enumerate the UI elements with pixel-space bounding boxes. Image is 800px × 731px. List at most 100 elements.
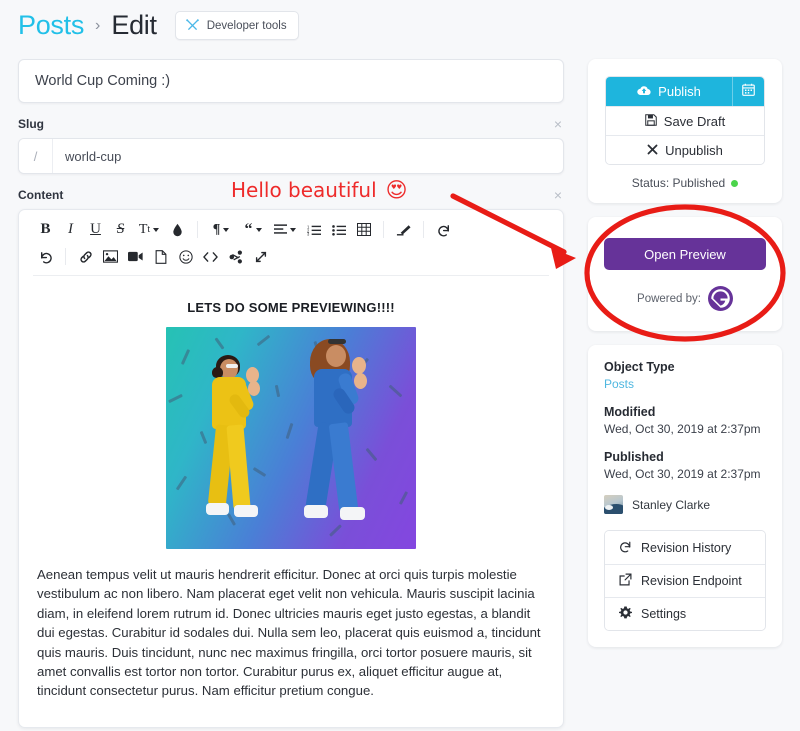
preview-panel: Open Preview Powered by:	[588, 217, 782, 331]
bold-button[interactable]: B	[33, 218, 58, 242]
settings-label: Settings	[641, 607, 687, 621]
floppy-disk-icon	[645, 113, 657, 129]
blockquote-button[interactable]: “	[237, 218, 269, 242]
developer-tools-label: Developer tools	[206, 19, 287, 32]
toolbar-bottom-rule	[33, 275, 549, 276]
document-heading: LETS DO SOME PREVIEWING!!!!	[187, 300, 395, 315]
video-button[interactable]	[123, 245, 148, 269]
status-label: Status: Published	[631, 176, 726, 190]
publish-button[interactable]: Publish	[606, 77, 732, 106]
toolbar-row-2	[33, 243, 549, 270]
settings-button[interactable]: Settings	[605, 597, 765, 630]
image-button[interactable]	[98, 245, 123, 269]
sidebar: Publish Save Draft Unpublish Status: Pub…	[588, 59, 782, 661]
tools-icon	[185, 18, 200, 33]
save-draft-label: Save Draft	[663, 113, 726, 129]
cloud-upload-icon	[637, 84, 651, 99]
slug-prefix: /	[19, 139, 53, 173]
fullscreen-button[interactable]	[248, 245, 273, 269]
editor-column: World Cup Coming :) Slug × / world-cup C…	[18, 59, 564, 728]
published-label: Published	[604, 450, 664, 464]
breadcrumb-posts-link[interactable]: Posts	[18, 10, 84, 41]
emoji-button[interactable]	[173, 245, 198, 269]
text-size-button[interactable]: Tt	[133, 218, 165, 242]
document-image[interactable]	[166, 327, 416, 549]
document-paragraph: Aenean tempus velit ut mauris hendrerit …	[37, 567, 541, 699]
svg-text:3: 3	[307, 231, 310, 235]
modified-label: Modified	[604, 405, 656, 419]
powered-by-row: Powered by:	[604, 286, 766, 311]
rich-text-editor: B I U S Tt ¶ “ 123 LETS DO SOME PREVIEWI…	[18, 209, 564, 728]
slug-input[interactable]: / world-cup	[18, 138, 564, 174]
slug-value: world-cup	[65, 148, 122, 164]
dancer-yellow	[200, 345, 276, 541]
dancer-blue	[296, 335, 382, 541]
italic-button[interactable]: I	[58, 218, 83, 242]
publish-label: Publish	[658, 84, 701, 99]
undo-button[interactable]	[431, 218, 456, 242]
post-title-value: World Cup Coming :)	[35, 73, 171, 89]
object-type-value[interactable]: Posts	[604, 377, 766, 391]
content-label: Content	[18, 188, 64, 202]
gear-icon	[619, 606, 632, 622]
published-value: Wed, Oct 30, 2019 at 2:37pm	[604, 467, 761, 481]
gatsby-logo-icon	[707, 286, 733, 311]
publish-button-group: Publish Save Draft Unpublish	[605, 76, 765, 165]
publish-panel: Publish Save Draft Unpublish Status: Pub…	[588, 59, 782, 203]
breadcrumb: Posts › Edit Developer tools	[18, 10, 299, 41]
external-link-icon	[619, 573, 632, 589]
breadcrumb-current: Edit	[111, 10, 157, 40]
slug-remove-icon[interactable]: ×	[552, 117, 564, 131]
unordered-list-button[interactable]	[326, 218, 351, 242]
share-button[interactable]	[223, 245, 248, 269]
revision-endpoint-button[interactable]: Revision Endpoint	[605, 564, 765, 597]
author-name: Stanley Clarke	[632, 497, 711, 512]
revision-endpoint-label: Revision Endpoint	[641, 574, 742, 588]
underline-button[interactable]: U	[83, 218, 108, 242]
file-button[interactable]	[148, 245, 173, 269]
status-badge: Status: Published	[605, 176, 765, 190]
author-row: Stanley Clarke	[604, 495, 766, 514]
unpublish-button[interactable]: Unpublish	[606, 135, 764, 164]
ordered-list-button[interactable]: 123	[301, 218, 326, 242]
document-image-wrapper	[35, 327, 547, 549]
powered-by-label: Powered by:	[637, 292, 701, 305]
object-type-label: Object Type	[604, 360, 675, 374]
strikethrough-button[interactable]: S	[108, 218, 133, 242]
calendar-icon	[742, 83, 755, 101]
avatar	[604, 495, 623, 514]
save-draft-button[interactable]: Save Draft	[606, 106, 764, 135]
content-label-row: Content ×	[18, 187, 564, 203]
clear-format-button[interactable]	[391, 218, 416, 242]
developer-tools-button[interactable]: Developer tools	[174, 11, 299, 40]
revision-history-label: Revision History	[641, 540, 732, 555]
schedule-publish-button[interactable]	[732, 77, 764, 106]
table-button[interactable]	[351, 218, 376, 242]
slug-label: Slug	[18, 117, 44, 131]
post-title-input[interactable]: World Cup Coming :)	[18, 59, 564, 103]
editor-content-area[interactable]: LETS DO SOME PREVIEWING!!!! Aenean tempu…	[19, 280, 563, 727]
text-color-button[interactable]	[165, 218, 190, 242]
publish-row: Publish	[606, 77, 764, 106]
unpublish-label: Unpublish	[665, 142, 723, 158]
action-list: Revision History Revision Endpoint Setti…	[604, 530, 766, 631]
link-button[interactable]	[73, 245, 98, 269]
content-remove-icon[interactable]: ×	[552, 188, 564, 202]
breadcrumb-separator: ›	[95, 16, 101, 34]
toolbar-divider	[197, 221, 198, 238]
toolbar-row-1: B I U S Tt ¶ “ 123	[33, 216, 549, 243]
paragraph-style-button[interactable]: ¶	[205, 218, 237, 242]
code-button[interactable]	[198, 245, 223, 269]
metadata-panel: Object Type Posts Modified Wed, Oct 30, …	[588, 345, 782, 647]
toolbar-divider	[423, 221, 424, 238]
redo-button[interactable]	[33, 245, 58, 269]
close-x-icon	[647, 143, 658, 158]
revision-history-button[interactable]: Revision History	[605, 531, 765, 564]
slug-label-row: Slug ×	[18, 116, 564, 132]
history-icon	[619, 540, 632, 556]
open-preview-button[interactable]: Open Preview	[604, 238, 766, 270]
editor-toolbar: B I U S Tt ¶ “ 123	[19, 210, 563, 280]
align-button[interactable]	[269, 218, 301, 242]
open-preview-label: Open Preview	[644, 246, 726, 262]
toolbar-divider	[65, 248, 66, 265]
